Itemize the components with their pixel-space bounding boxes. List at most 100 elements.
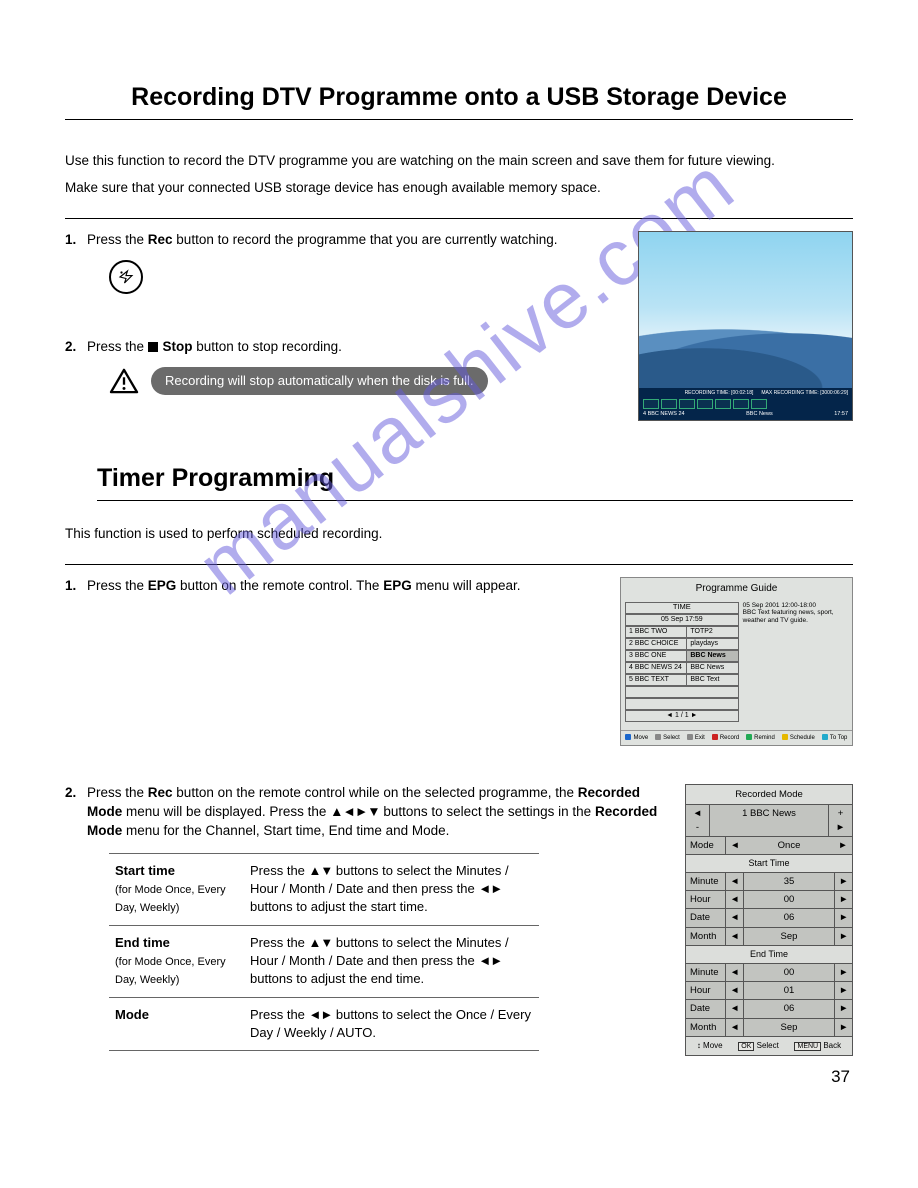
ch-minus: ◄ - bbox=[686, 805, 710, 836]
left-arrow-icon: ◄ bbox=[726, 982, 744, 999]
footer-move: Move bbox=[703, 1041, 723, 1050]
legend-item: To Top bbox=[822, 734, 848, 742]
epg-label: EPG bbox=[148, 578, 177, 593]
ok-key: OK bbox=[738, 1042, 754, 1051]
right-arrow-icon: ► bbox=[834, 928, 852, 945]
rmode-field-value: 01 bbox=[744, 982, 834, 999]
left-arrow-icon: ◄ bbox=[726, 909, 744, 926]
right-arrow-icon: ► bbox=[834, 1000, 852, 1017]
step4-text: menu will be displayed. Press the bbox=[122, 804, 330, 819]
left-arrow-icon: ◄ bbox=[726, 837, 744, 854]
end-time-header: End Time bbox=[686, 946, 852, 964]
rmode-field-label: Hour bbox=[686, 891, 726, 908]
setting-sublabel: (for Mode Once, Every Day, Weekly) bbox=[115, 884, 226, 914]
epg-programme: TOTP2 bbox=[686, 626, 738, 638]
setting-desc: Press the ◄► buttons to select the Once … bbox=[244, 997, 539, 1050]
step-number: 1. bbox=[65, 231, 87, 314]
rec-label: Rec bbox=[148, 232, 173, 247]
right-arrow-icon: ► bbox=[834, 964, 852, 981]
rmode-field-value: 35 bbox=[744, 873, 834, 890]
epg-date: 05 Sep 17:59 bbox=[625, 614, 739, 626]
legend-item: Remind bbox=[746, 734, 775, 742]
warning-icon bbox=[109, 368, 139, 394]
rmode-field-label: Month bbox=[686, 1019, 726, 1036]
epg-time-header: TIME bbox=[625, 602, 739, 614]
max-rec-time: MAX RECORDING TIME: [3000:06:29] bbox=[761, 390, 848, 397]
epg-channel: 4 BBC NEWS 24 bbox=[625, 662, 686, 674]
intro-text-2: Make sure that your connected USB storag… bbox=[65, 179, 853, 198]
ch-name: 1 BBC News bbox=[710, 805, 828, 836]
rmode-field-value: 00 bbox=[744, 891, 834, 908]
setting-label: Mode bbox=[115, 1007, 149, 1022]
tv-control-icon bbox=[715, 399, 731, 409]
setting-label: Start time bbox=[115, 863, 175, 878]
mode-label: Mode bbox=[686, 837, 726, 854]
step4-text: button on the remote control while on th… bbox=[173, 785, 578, 800]
tv-screenshot: RECORDING TIME: [00:02:18] MAX RECORDING… bbox=[638, 231, 853, 421]
tv-prog: BBC News bbox=[746, 411, 773, 419]
step3-text: menu will appear. bbox=[412, 578, 521, 593]
tv-channel: 4 BBC NEWS 24 bbox=[643, 411, 685, 419]
start-time-header: Start Time bbox=[686, 855, 852, 873]
epg-empty bbox=[625, 686, 739, 698]
heading-timer: Timer Programming bbox=[97, 461, 853, 501]
rmode-field-label: Month bbox=[686, 928, 726, 945]
legend-item: Exit bbox=[687, 734, 705, 742]
tv-control-icon bbox=[643, 399, 659, 409]
stop-icon bbox=[148, 342, 158, 352]
epg-info-desc: BBC Text featuring news, sport, weather … bbox=[743, 609, 846, 625]
step4-text: Press the bbox=[87, 785, 148, 800]
setting-desc: Press the ▲▼ buttons to select the Minut… bbox=[244, 925, 539, 997]
epg-screenshot: Programme Guide TIME05 Sep 17:591 BBC TW… bbox=[620, 577, 853, 746]
epg-empty bbox=[625, 698, 739, 710]
epg-label: EPG bbox=[383, 578, 412, 593]
step3-text: button on the remote control. The bbox=[176, 578, 383, 593]
step-number: 2. bbox=[65, 784, 87, 1051]
epg-programme: BBC News bbox=[686, 650, 738, 662]
setting-label: End time bbox=[115, 935, 170, 950]
epg-programme: playdays bbox=[686, 638, 738, 650]
intro-text-3: This function is used to perform schedul… bbox=[65, 525, 853, 544]
rmode-field-value: Sep bbox=[744, 1019, 834, 1036]
rmode-field-label: Minute bbox=[686, 964, 726, 981]
recorded-mode-panel: Recorded Mode ◄ - 1 BBC News + ► Mode ◄ … bbox=[685, 784, 853, 1056]
rmode-field-value: 06 bbox=[744, 1000, 834, 1017]
legend-item: Move bbox=[625, 734, 648, 742]
tv-control-icon bbox=[661, 399, 677, 409]
rmode-field-value: 00 bbox=[744, 964, 834, 981]
epg-channel: 1 BBC TWO bbox=[625, 626, 686, 638]
epg-channel: 5 BBC TEXT bbox=[625, 674, 686, 686]
step2-text: Press the bbox=[87, 339, 148, 354]
legend-item: Select bbox=[655, 734, 680, 742]
step1-text: Press the bbox=[87, 232, 148, 247]
divider bbox=[65, 564, 853, 565]
left-arrow-icon: ◄ bbox=[726, 891, 744, 908]
step1-text: button to record the programme that you … bbox=[173, 232, 558, 247]
left-arrow-icon: ◄ bbox=[726, 1000, 744, 1017]
rmode-field-value: 06 bbox=[744, 909, 834, 926]
rmode-field-label: Date bbox=[686, 1000, 726, 1017]
rmode-field-label: Hour bbox=[686, 982, 726, 999]
rec-time: RECORDING TIME: [00:02:18] bbox=[685, 390, 754, 397]
record-button-icon bbox=[109, 260, 143, 294]
right-arrow-icon: ► bbox=[834, 837, 852, 854]
rmode-field-value: Sep bbox=[744, 928, 834, 945]
left-arrow-icon: ◄ bbox=[726, 928, 744, 945]
step-number: 1. bbox=[65, 577, 87, 596]
right-arrow-icon: ► bbox=[834, 1019, 852, 1036]
warning-pill: Recording will stop automatically when t… bbox=[151, 367, 488, 395]
arrow-icons: ▲◄►▼ bbox=[330, 804, 379, 819]
tv-control-icon bbox=[751, 399, 767, 409]
setting-sublabel: (for Mode Once, Every Day, Weekly) bbox=[115, 956, 226, 986]
setting-desc: Press the ▲▼ buttons to select the Minut… bbox=[244, 853, 539, 925]
page-number: 37 bbox=[831, 1065, 850, 1089]
ch-plus: + ► bbox=[828, 805, 852, 836]
rmode-field-label: Minute bbox=[686, 873, 726, 890]
footer-select: Select bbox=[757, 1041, 779, 1050]
right-arrow-icon: ► bbox=[834, 982, 852, 999]
rec-label: Rec bbox=[148, 785, 173, 800]
tv-control-icon bbox=[679, 399, 695, 409]
tv-time: 17:57 bbox=[834, 411, 848, 419]
rmode-title: Recorded Mode bbox=[686, 785, 852, 805]
tv-control-icon bbox=[733, 399, 749, 409]
